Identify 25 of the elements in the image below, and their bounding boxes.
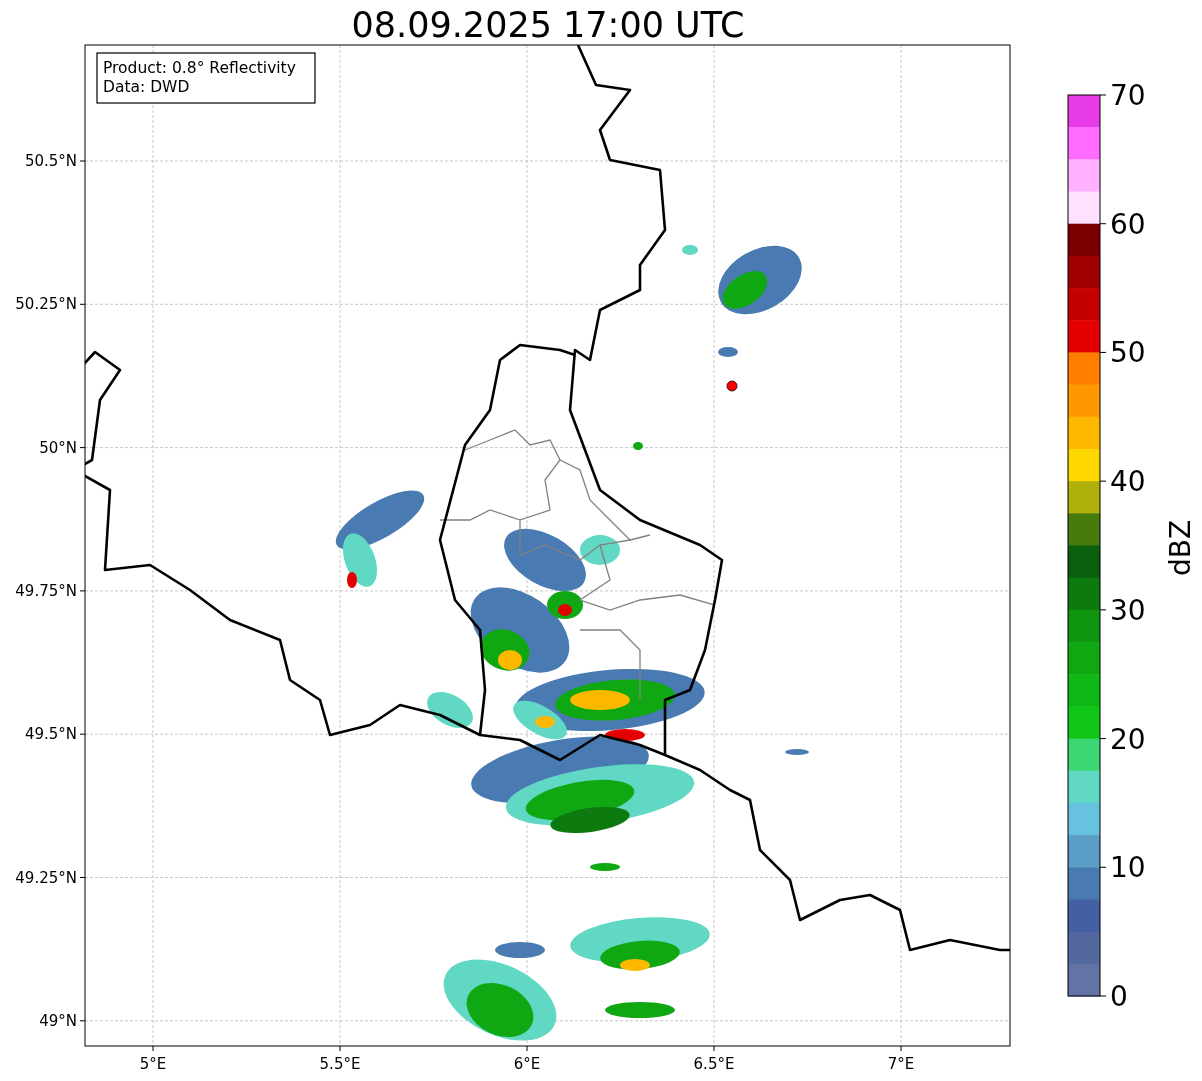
colorbar-tick-label: 10 (1110, 851, 1146, 885)
colorbar-tick-label: 60 (1110, 207, 1146, 241)
x-axis-label: 5°E (139, 1055, 167, 1073)
y-axis-label: 49°N (39, 1011, 77, 1030)
x-axis-label: 6.5°E (693, 1055, 735, 1073)
colorbar-tick-label: 30 (1110, 593, 1146, 627)
y-axis-label: 49.75°N (15, 581, 77, 600)
y-axis-label: 49.25°N (15, 868, 77, 887)
x-axis-label: 6°E (513, 1055, 541, 1073)
x-axis-label: 5.5°E (319, 1055, 361, 1073)
y-axis-label: 50.5°N (24, 152, 77, 170)
y-axis-label: 49.5°N (24, 725, 77, 744)
radar-site-marker (726, 380, 738, 392)
x-axis-label: 7°E (887, 1055, 915, 1073)
colorbar-tick-label: 20 (1110, 722, 1146, 756)
y-axis-label: 50.25°N (15, 295, 77, 314)
colorbar-tick-label: 40 (1110, 465, 1146, 499)
colorbar-tick-label: 0 (1110, 980, 1128, 1013)
info-text: Product: 0.8° Reflectivity (103, 59, 296, 77)
y-axis-label: 50°N (39, 438, 77, 457)
colorbar-tick-label: 50 (1110, 336, 1146, 370)
info-text: Data: DWD (103, 78, 190, 96)
colorbar-label: dBZ (1164, 519, 1197, 577)
chart-title: 08.09.2025 17:00 UTC (351, 5, 745, 45)
colorbar-tick-label: 70 (1110, 79, 1146, 112)
